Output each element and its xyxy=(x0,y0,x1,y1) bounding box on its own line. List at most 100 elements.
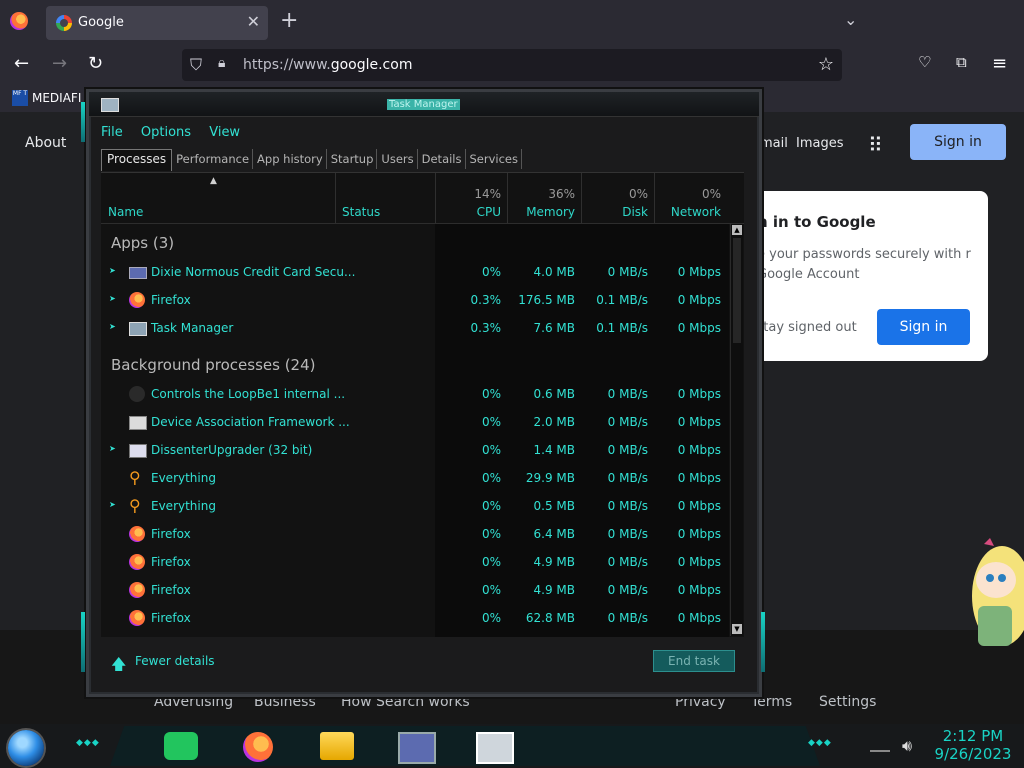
fewer-details-link[interactable]: Fewer details xyxy=(135,654,215,668)
tab-details[interactable]: Details xyxy=(418,149,466,169)
arrow-up-icon[interactable]: 🡅︎ xyxy=(111,654,126,679)
extensions-icon[interactable]: ⧉ xyxy=(956,53,967,71)
promo-sign-in-button[interactable]: Sign in xyxy=(877,309,970,345)
tab-processes[interactable]: Processes xyxy=(101,149,173,171)
notes-app-icon[interactable] xyxy=(164,732,198,760)
expand-row-icon[interactable]: ➤ xyxy=(109,444,116,453)
table-row[interactable]: ➤ DissenterUpgrader (32 bit) 0% 1.4 MB 0 MB/… xyxy=(101,436,729,464)
lock-icon[interactable]: 🔒︎ xyxy=(218,55,225,71)
firefox-taskbar-icon[interactable] xyxy=(243,732,273,762)
tab-performance[interactable]: Performance xyxy=(172,149,254,169)
new-tab-icon[interactable]: + xyxy=(280,8,298,33)
table-row[interactable]: Firefox 0% 62.8 MB 0 MB/s 0 Mbps xyxy=(101,604,729,632)
volume-icon[interactable]: 🔊︎ xyxy=(902,736,912,756)
process-name: Everything xyxy=(151,499,216,513)
network-tray-icon[interactable] xyxy=(870,740,890,752)
tracking-shield-icon[interactable]: ⛉ xyxy=(190,55,202,75)
stay-signed-out-button[interactable]: Stay signed out xyxy=(755,320,857,335)
column-name[interactable]: Name xyxy=(108,205,143,219)
mediafire-icon[interactable]: MF T xyxy=(12,90,28,106)
table-row[interactable]: Device Association Framework ... 0% 2.0 MB… xyxy=(101,408,729,436)
process-net: 0 Mbps xyxy=(677,415,721,429)
column-disk[interactable]: Disk xyxy=(585,205,648,219)
close-tab-icon[interactable]: ✕ xyxy=(247,12,260,31)
tab-google[interactable]: Google ✕ xyxy=(46,6,268,40)
expand-row-icon[interactable]: ➤ xyxy=(109,266,116,275)
process-net: 0 Mbps xyxy=(677,443,721,457)
column-divider[interactable] xyxy=(581,173,582,223)
column-memory[interactable]: Memory xyxy=(511,205,575,219)
pocket-icon[interactable]: ♡ xyxy=(918,53,931,71)
column-divider[interactable] xyxy=(654,173,655,223)
footer-settings-link[interactable]: Settings xyxy=(819,694,876,710)
start-orb-icon[interactable] xyxy=(8,730,44,766)
everything-icon: ⚲ xyxy=(129,496,141,515)
chevron-down-icon[interactable]: ⌄ xyxy=(844,10,857,29)
sign-in-button[interactable]: Sign in xyxy=(910,124,1006,160)
url-text[interactable]: https://www.google.com xyxy=(243,57,412,73)
column-divider[interactable] xyxy=(435,173,436,223)
expand-row-icon[interactable]: ➤ xyxy=(109,500,116,509)
back-icon[interactable]: ← xyxy=(14,53,29,74)
tab-bar: Processes Performance App history Startup Us… xyxy=(101,148,741,171)
tab-app-history[interactable]: App history xyxy=(253,149,327,169)
table-row[interactable]: ➤ Task Manager 0.3% 7.6 MB 0.1 MB/s 0 Mbps xyxy=(101,314,729,342)
tab-startup[interactable]: Startup xyxy=(327,149,378,169)
about-link[interactable]: About xyxy=(25,135,66,151)
gmail-link[interactable]: mail xyxy=(760,136,788,151)
disk-total: 0% xyxy=(628,187,648,201)
table-row[interactable]: ➤ Firefox 0.3% 176.5 MB 0.1 MB/s 0 Mbps xyxy=(101,286,729,314)
credit-card-app-icon[interactable] xyxy=(398,732,436,764)
clock-date: 9/26/2023 xyxy=(934,745,1012,763)
menu-options[interactable]: Options xyxy=(141,125,191,140)
process-mem: 4.0 MB xyxy=(533,265,575,279)
column-divider[interactable] xyxy=(507,173,508,223)
column-network[interactable]: Network xyxy=(657,205,721,219)
table-row[interactable]: Firefox 0% 4.9 MB 0 MB/s 0 Mbps xyxy=(101,576,729,604)
task-manager-window[interactable]: Task Manager File Options View Processes… xyxy=(81,89,765,697)
bookmark-star-icon[interactable]: ☆ xyxy=(818,54,834,75)
frame-accent-right-bottom xyxy=(761,612,765,672)
table-row[interactable]: ➤ ⚲ Everything 0% 0.5 MB 0 MB/s 0 Mbps xyxy=(101,492,729,520)
process-list[interactable]: Apps (3) Background processes (24) ➤ Dixi… xyxy=(101,224,729,637)
column-divider[interactable] xyxy=(335,173,336,223)
tab-services[interactable]: Services xyxy=(466,149,522,169)
url-bar[interactable]: ⛉ 🔒︎ https://www.google.com ☆ xyxy=(182,49,842,81)
scroll-down-icon[interactable]: ▼ xyxy=(732,624,742,634)
table-row[interactable]: ⚲ Everything 0% 29.9 MB 0 MB/s 0 Mbps xyxy=(101,464,729,492)
system-clock[interactable]: 2:12 PM 9/26/2023 xyxy=(928,727,1018,763)
bookmark-mediafire[interactable]: MEDIAFI xyxy=(32,91,81,105)
sort-arrow-icon: ▲ xyxy=(210,176,217,186)
menu-view[interactable]: View xyxy=(209,125,240,140)
end-task-button[interactable]: End task xyxy=(653,650,735,672)
table-row[interactable]: ➤ Dixie Normous Credit Card Secu... 0% 4.0 … xyxy=(101,258,729,286)
hamburger-menu-icon[interactable]: ≡ xyxy=(992,53,1007,74)
scroll-up-icon[interactable]: ▲ xyxy=(732,225,742,235)
menu-file[interactable]: File xyxy=(101,125,123,140)
process-name: Firefox xyxy=(151,527,191,541)
expand-row-icon[interactable]: ➤ xyxy=(109,294,116,303)
process-cpu: 0% xyxy=(481,265,501,279)
reload-icon[interactable]: ↻ xyxy=(88,53,103,74)
table-row[interactable]: Firefox 0% 6.4 MB 0 MB/s 0 Mbps xyxy=(101,520,729,548)
vertical-scrollbar[interactable]: ▲ ▼ xyxy=(730,224,743,636)
firefox-icon xyxy=(129,554,145,570)
task-manager-title-bar[interactable]: Task Manager xyxy=(89,92,759,117)
forward-icon[interactable]: → xyxy=(52,53,67,74)
promo-body: e your passwords securely with r Google … xyxy=(757,247,971,282)
firefox-menu-icon[interactable] xyxy=(10,12,28,30)
images-link[interactable]: Images xyxy=(796,136,844,151)
taskbar: ◆◆◆ ◆◆◆ 🔊︎ 2:12 PM 9/26/2023 xyxy=(0,724,1024,768)
process-mem: 4.9 MB xyxy=(533,555,575,569)
sign-in-promo-card: n in to Google e your passwords securely… xyxy=(745,191,988,361)
apps-grid-icon[interactable]: ⠿ xyxy=(868,133,883,157)
task-manager-taskbar-icon[interactable] xyxy=(476,732,514,764)
table-row[interactable]: Firefox 0% 4.9 MB 0 MB/s 0 Mbps xyxy=(101,548,729,576)
file-explorer-icon[interactable] xyxy=(320,732,354,760)
expand-row-icon[interactable]: ➤ xyxy=(109,322,116,331)
table-row[interactable]: Controls the LoopBe1 internal ... 0% 0.6 M… xyxy=(101,380,729,408)
column-cpu[interactable]: CPU xyxy=(441,205,501,219)
scroll-thumb[interactable] xyxy=(733,238,741,343)
tab-users[interactable]: Users xyxy=(377,149,418,169)
column-status[interactable]: Status xyxy=(342,205,380,219)
